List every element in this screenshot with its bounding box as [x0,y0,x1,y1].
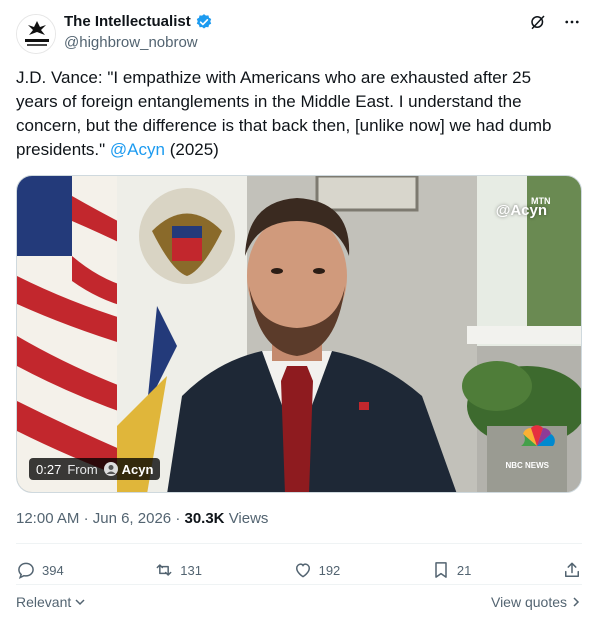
divider [16,584,582,585]
share-button[interactable] [562,560,582,580]
tweet-date[interactable]: Jun 6, 2026 [93,510,171,527]
bookmark-button[interactable]: 21 [431,560,471,580]
video-duration-badge: 0:27 From Acyn [29,458,161,480]
tweet-header: The Intellectualist @highbrow_nobrow [16,12,582,56]
author-display-name[interactable]: The Intellectualist [64,12,191,32]
author-names: The Intellectualist @highbrow_nobrow [64,12,213,53]
chevron-right-icon [573,597,580,607]
views-count: 30.3K [184,510,225,527]
reply-count: 394 [42,562,64,578]
tweet-time[interactable]: 12:00 AM [16,510,79,527]
like-count: 192 [318,562,341,578]
divider [16,543,582,544]
source-avatar-icon [103,462,118,476]
relevance-label[interactable]: Relevant [16,594,71,610]
chevron-down-icon [75,599,85,606]
action-bar: 394 131 192 21 [16,558,582,582]
views-label: Views [228,510,269,527]
view-quotes-label[interactable]: View quotes [491,594,567,610]
intellectualist-logo-icon [17,15,55,53]
video-source[interactable]: Acyn [103,462,154,477]
mention-link[interactable]: @Acyn [110,140,165,159]
network-tag: MTN [531,196,551,206]
heart-icon [295,563,310,578]
grok-icon[interactable] [528,12,548,32]
reply-button[interactable]: 394 [16,560,64,580]
reply-icon [18,562,34,579]
repost-icon [156,564,172,576]
more-icon[interactable] [562,12,582,32]
from-label: From [67,461,98,477]
repost-count: 131 [180,562,202,578]
video-duration: 0:27 [36,461,62,477]
bookmark-icon [435,562,447,578]
tweet-meta: 12:00 AM · Jun 6, 2026 · 30.3K Views [16,509,268,529]
share-icon [564,562,579,577]
like-button[interactable]: 192 [293,560,341,580]
verified-badge-icon [196,14,211,29]
header-icons [528,12,582,32]
tweet-text: J.D. Vance: "I empathize with Americans … [16,66,576,162]
reply-sort-bar: Relevant View quotes [16,592,582,612]
video-source-name[interactable]: Acyn [122,462,154,477]
relevance-dropdown[interactable]: Relevant [16,594,86,610]
tweet-body: J.D. Vance: "I empathize with Americans … [16,68,552,159]
author-name[interactable]: The Intellectualist [64,12,213,32]
bookmark-count: 21 [456,562,472,578]
author-handle[interactable]: @highbrow_nobrow [64,33,213,53]
avatar[interactable] [16,14,56,54]
view-quotes-link[interactable]: View quotes [491,594,582,610]
tweet-year: (2025) [164,140,219,159]
video-frame [17,176,581,492]
video-player[interactable]: @Acyn MTN NBC NEWS 0:27 From Acyn [16,175,582,493]
repost-button[interactable]: 131 [154,560,202,580]
separator-dot: · [83,510,93,527]
network-logo-label: NBC NEWS [505,461,549,470]
